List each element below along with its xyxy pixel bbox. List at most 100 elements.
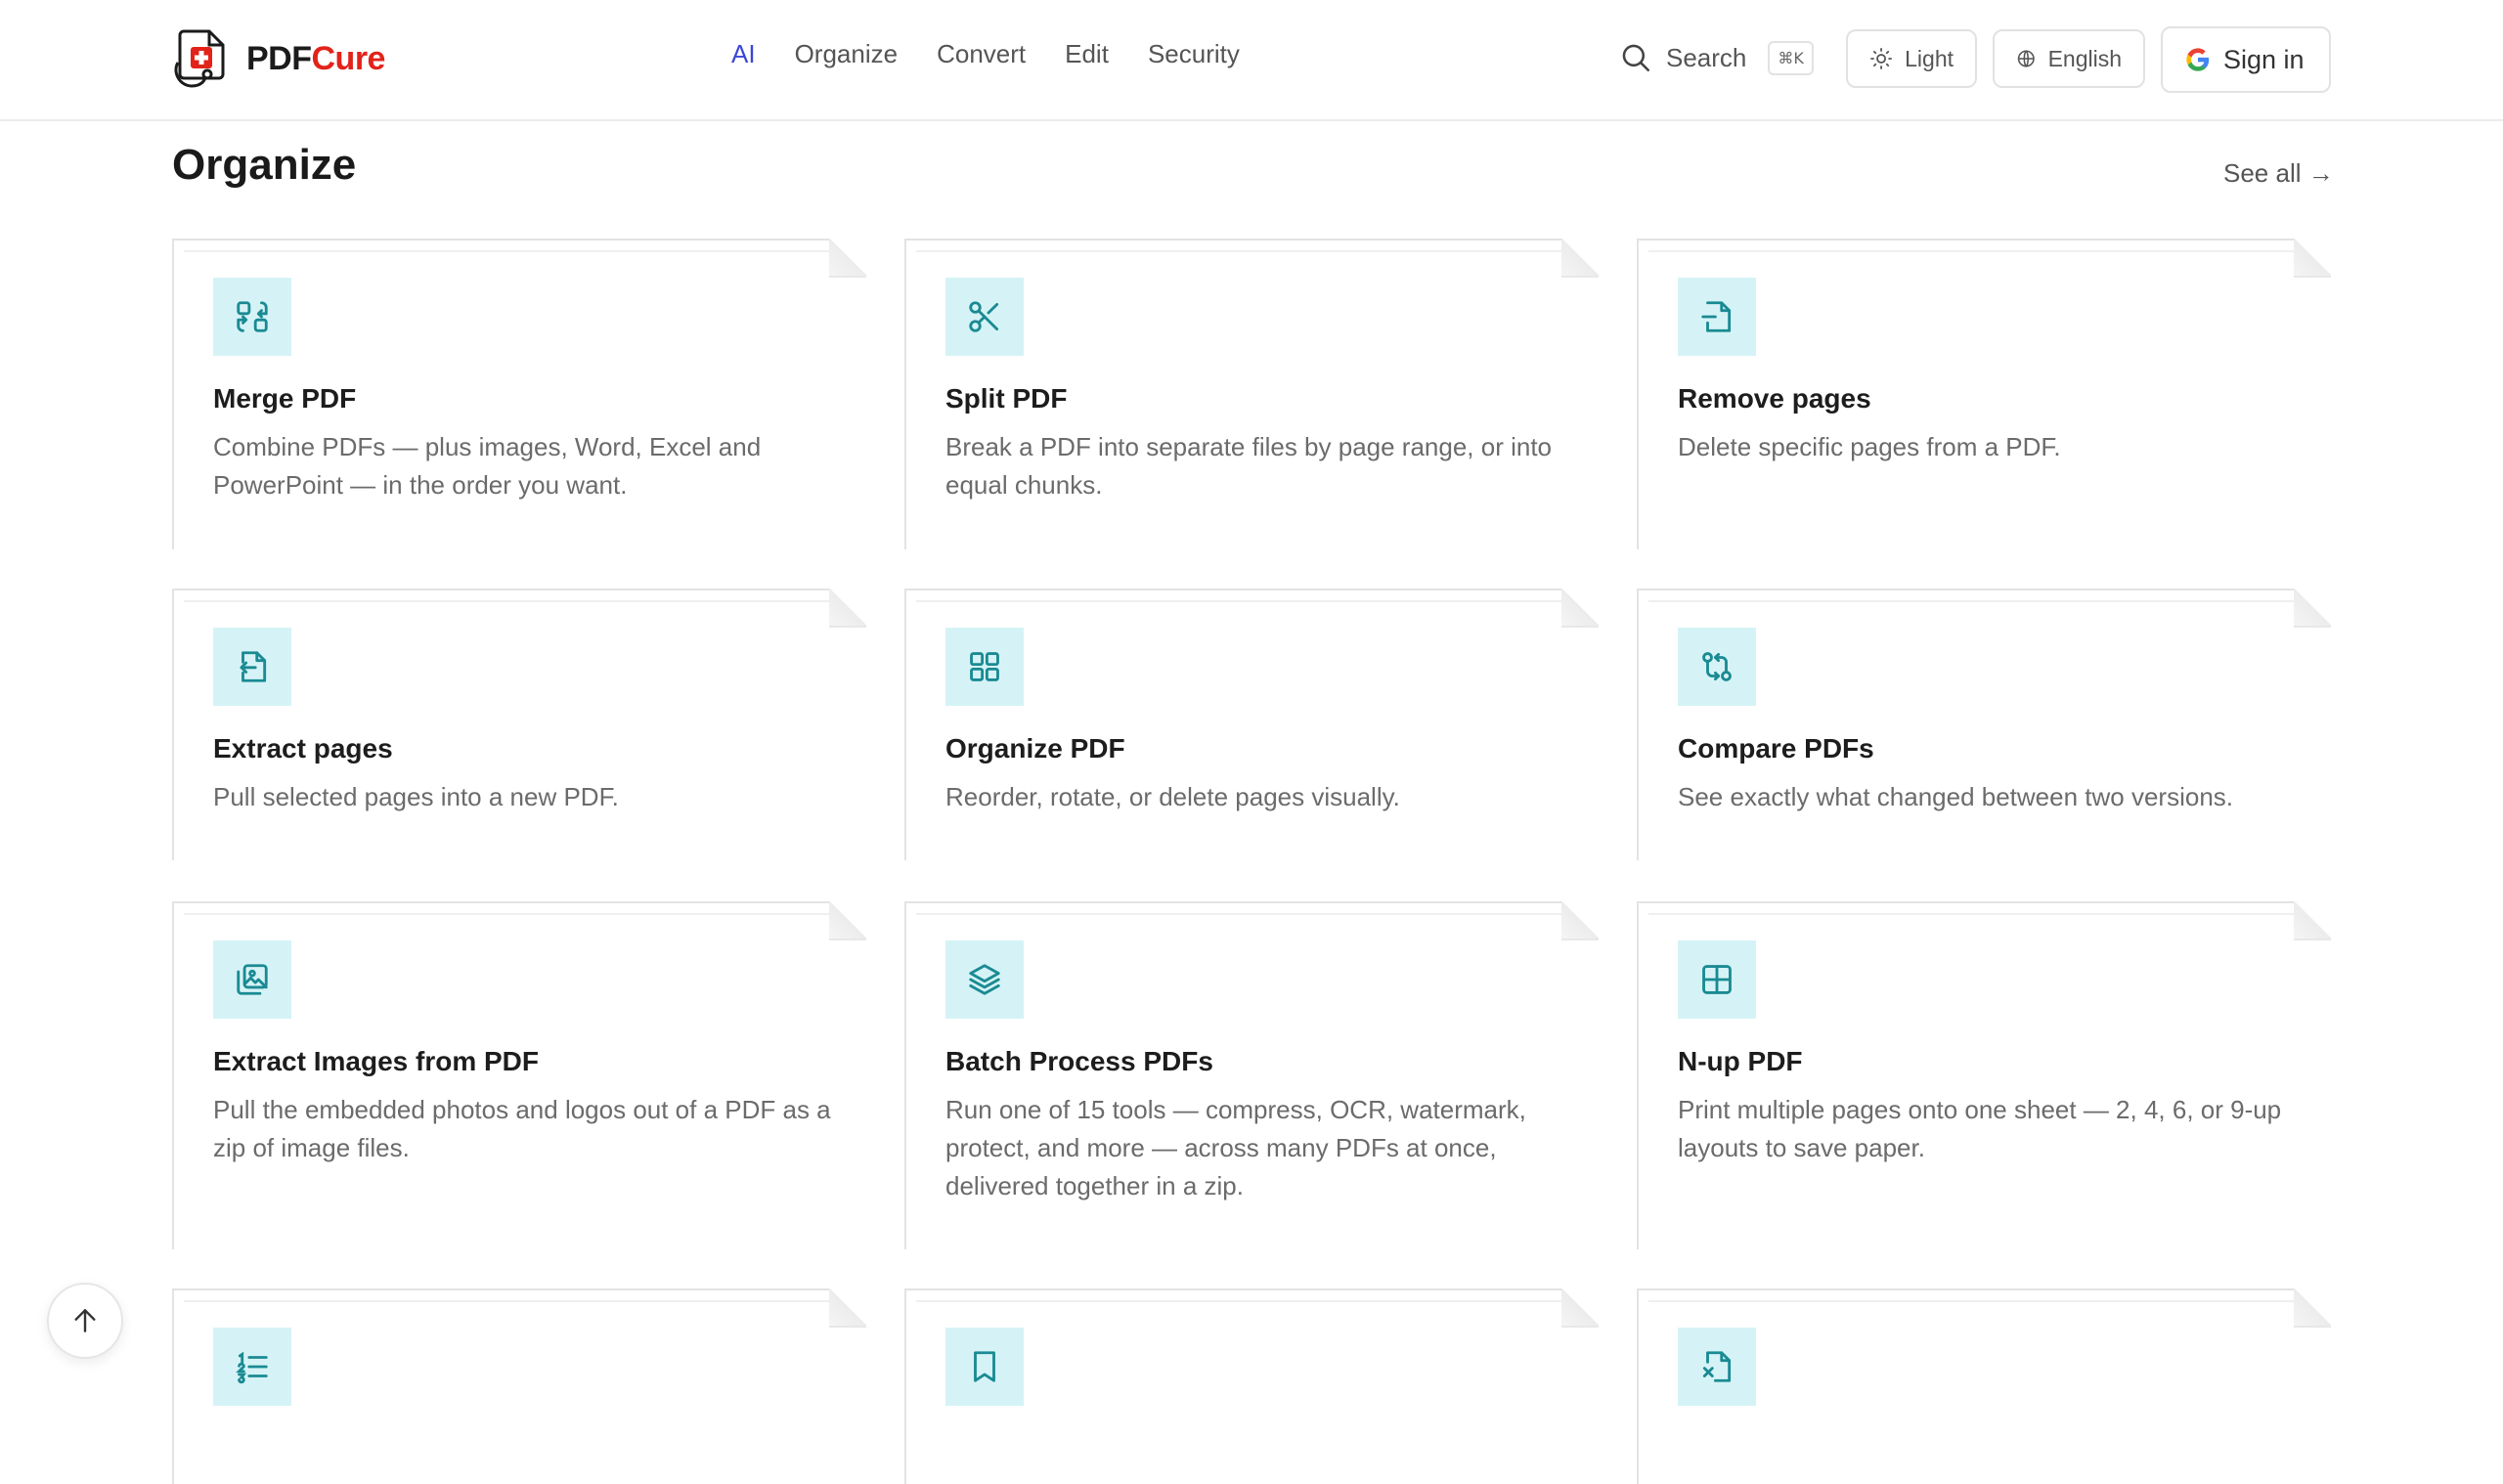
card-frame-inner [184, 913, 833, 915]
card-title: Extract Images from PDF [213, 1046, 539, 1076]
arrow-up-icon [74, 1309, 96, 1332]
merge-icon [237, 301, 268, 332]
card-icon-box [945, 628, 1024, 706]
card-icon-box [1678, 278, 1756, 356]
card-title: Compare PDFs [1678, 733, 1874, 764]
tool-card-batch-process[interactable]: Batch Process PDFs Run one of 15 tools —… [904, 901, 1599, 1249]
tool-card-organize-pdf[interactable]: Organize PDF Reorder, rotate, or delete … [904, 589, 1599, 860]
nav-item-security[interactable]: Security [1148, 39, 1240, 69]
card-description: Pull selected pages into a new PDF. [213, 782, 619, 811]
card-frame-inner [184, 1300, 833, 1302]
list-ordered-icon [236, 1351, 268, 1384]
tool-card-merge-pdf[interactable]: Merge PDF Combine PDFs — plus images, Wo… [172, 239, 866, 549]
card-title: Batch Process PDFs [945, 1046, 1213, 1076]
card-frame-inner [916, 913, 1565, 915]
card-corner-fold [1561, 589, 1599, 628]
card-corner-fold [829, 901, 866, 940]
language-label: English [2047, 45, 2122, 71]
card-title: Merge PDF [213, 383, 357, 414]
nav-item-edit[interactable]: Edit [1065, 39, 1109, 69]
card-description: Delete specific pages from a PDF. [1678, 432, 2061, 461]
card-icon-box [213, 1328, 291, 1406]
search-button[interactable]: Search ⌘K [1619, 29, 1814, 86]
pdfcure-logo-icon [174, 29, 225, 88]
card-title: Split PDF [945, 383, 1068, 414]
card-corner-fold [1561, 901, 1599, 940]
scroll-to-top-button[interactable] [47, 1283, 123, 1359]
brand-name: PDFCure [246, 40, 385, 78]
nav-item-ai[interactable]: AI [731, 39, 756, 69]
card-icon-box [213, 628, 291, 706]
card-corner-fold [2294, 239, 2331, 278]
sun-icon [1870, 48, 1893, 69]
language-selector[interactable]: English [1993, 29, 2145, 88]
tool-card-extract-images[interactable]: Extract Images from PDF Pull the embedde… [172, 901, 866, 1249]
card-frame-inner [916, 1300, 1565, 1302]
main-nav: AI Organize Convert Edit Security [731, 39, 1240, 69]
card-icon-box [1678, 1328, 1756, 1406]
card-description: Print multiple pages onto one sheet — 2,… [1678, 1095, 2282, 1162]
globe-icon [2017, 50, 2035, 67]
scissors-icon [969, 301, 999, 332]
card-icon-box [945, 278, 1024, 356]
file-export-icon [240, 651, 267, 682]
card-title: Extract pages [213, 733, 393, 764]
search-icon [1622, 44, 1650, 72]
search-label: Search [1666, 42, 1747, 72]
card-title: N-up PDF [1678, 1046, 1803, 1076]
nav-item-convert[interactable]: Convert [937, 39, 1026, 69]
theme-toggle-label: Light [1905, 45, 1954, 71]
see-all-link[interactable]: See all → [2223, 158, 2334, 189]
card-corner-fold [2294, 1288, 2331, 1328]
sign-in-label: Sign in [2223, 44, 2305, 74]
theme-toggle-button[interactable]: Light [1846, 29, 1977, 88]
card-frame-inner [916, 250, 1565, 252]
tool-card-row4-2[interactable] [904, 1288, 1599, 1484]
card-corner-fold [1561, 239, 1599, 278]
card-frame-inner [1648, 1300, 2298, 1302]
google-icon [2186, 48, 2210, 71]
card-icon-box [945, 1328, 1024, 1406]
brand-name-part1: PDF [246, 39, 312, 77]
bookmark-icon [974, 1351, 995, 1382]
card-icon-box [945, 940, 1024, 1019]
card-frame-inner [184, 250, 833, 252]
card-description: Reorder, rotate, or delete pages visuall… [945, 782, 1400, 811]
brand-logo[interactable]: PDFCure [172, 27, 385, 90]
tool-card-split-pdf[interactable]: Split PDF Break a PDF into separate file… [904, 239, 1599, 549]
card-corner-fold [2294, 589, 2331, 628]
layers-icon [969, 964, 1000, 995]
compare-icon [1702, 652, 1732, 681]
card-title: Remove pages [1678, 383, 1871, 414]
layout-grid-icon [1702, 965, 1732, 994]
card-corner-fold [2294, 901, 2331, 940]
sign-in-button[interactable]: Sign in [2161, 26, 2331, 93]
tool-card-compare-pdfs[interactable]: Compare PDFs See exactly what changed be… [1637, 589, 2331, 860]
card-corner-fold [829, 589, 866, 628]
tool-card-extract-pages[interactable]: Extract pages Pull selected pages into a… [172, 589, 866, 860]
grid-icon [970, 652, 999, 681]
card-corner-fold [829, 239, 866, 278]
card-frame-inner [1648, 913, 2298, 915]
file-minus-icon [1701, 301, 1732, 332]
tool-card-remove-pages[interactable]: Remove pages Delete specific pages from … [1637, 239, 2331, 549]
section-title: Organize [172, 141, 357, 189]
file-x-icon [1702, 1351, 1732, 1382]
card-description: Pull the embedded photos and logos out o… [213, 1095, 831, 1162]
card-frame-inner [1648, 250, 2298, 252]
card-icon-box [213, 940, 291, 1019]
tool-card-n-up-pdf[interactable]: N-up PDF Print multiple pages onto one s… [1637, 901, 2331, 1249]
tool-card-row4-1[interactable] [172, 1288, 866, 1484]
tool-card-row4-3[interactable] [1637, 1288, 2331, 1484]
card-icon-box [1678, 628, 1756, 706]
images-icon [237, 964, 268, 995]
card-title: Organize PDF [945, 733, 1125, 764]
search-shortcut-badge: ⌘K [1768, 40, 1814, 75]
card-description: Break a PDF into separate files by page … [945, 432, 1553, 500]
nav-item-organize[interactable]: Organize [795, 39, 899, 69]
card-description: Run one of 15 tools — compress, OCR, wat… [945, 1095, 1526, 1200]
card-frame-inner [184, 600, 833, 602]
card-icon-box [213, 278, 291, 356]
brand-name-part2: Cure [311, 39, 386, 77]
card-description: Combine PDFs — plus images, Word, Excel … [213, 432, 762, 500]
